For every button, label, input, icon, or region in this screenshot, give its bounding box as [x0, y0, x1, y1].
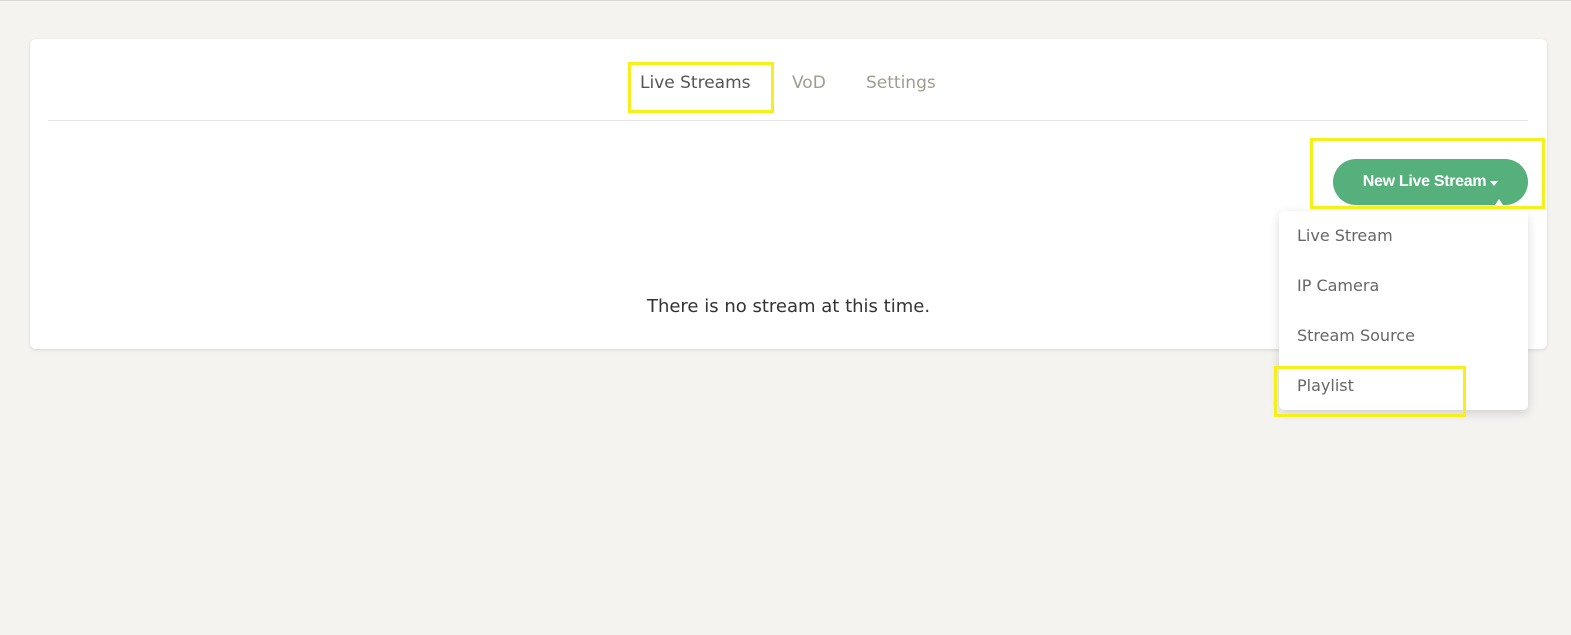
dropdown-pointer: [1491, 199, 1507, 211]
tab-settings[interactable]: Settings: [866, 69, 936, 97]
menu-item-stream-source[interactable]: Stream Source: [1297, 325, 1415, 347]
menu-item-ip-camera[interactable]: IP Camera: [1297, 275, 1379, 297]
menu-item-live-stream[interactable]: Live Stream: [1297, 225, 1393, 247]
new-stream-dropdown-menu: Live Stream IP Camera Stream Source Play…: [1279, 211, 1528, 410]
tab-vod[interactable]: VoD: [792, 69, 826, 97]
menu-item-playlist[interactable]: Playlist: [1297, 375, 1354, 397]
new-live-stream-label: New Live Stream: [1362, 173, 1487, 190]
top-divider: [0, 0, 1571, 1]
tab-live-streams[interactable]: Live Streams: [640, 69, 750, 97]
caret-down-icon: [1490, 181, 1499, 186]
tab-bar: Live Streams VoD Settings: [48, 39, 1528, 121]
